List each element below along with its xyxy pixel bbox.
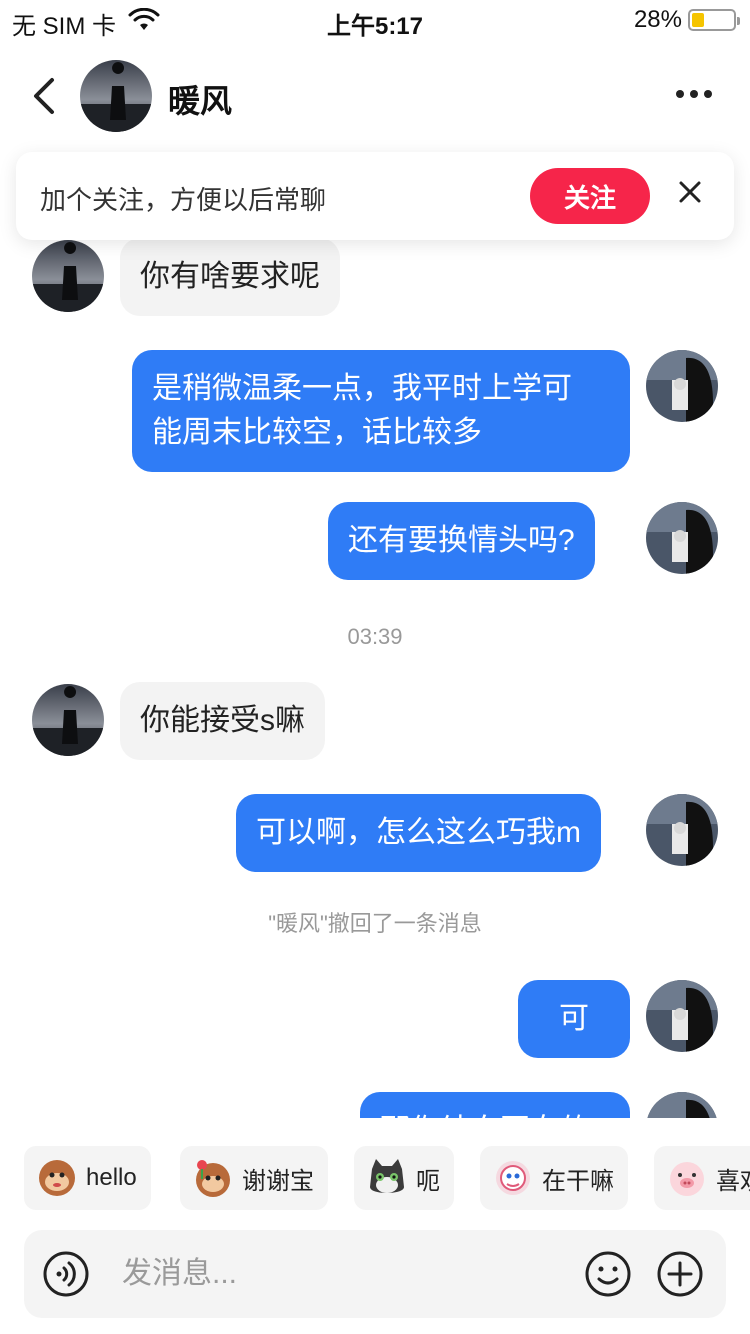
cat-icon (366, 1157, 408, 1199)
message-input[interactable] (122, 1250, 562, 1298)
contact-avatar-small[interactable] (32, 684, 104, 756)
quick-reply-chip[interactable]: hello (24, 1146, 151, 1210)
status-bar: 无 SIM 卡 上午5:17 28% (0, 0, 750, 42)
monkey-icon (36, 1157, 78, 1199)
pig-icon (666, 1157, 708, 1199)
message-bubble-outgoing[interactable]: 那你结白写女的 (360, 1092, 630, 1118)
quick-reply-bar[interactable]: hello 谢谢宝 呃 在干嘛 喜欢 (0, 1146, 750, 1210)
voice-icon[interactable] (42, 1250, 90, 1298)
quick-reply-label: 喜欢 (716, 1167, 750, 1195)
message-list[interactable]: 你有啥要求呢 是稍微温柔一点，我平时上学可 能周末比较空，话比较多 还有要换情头… (0, 230, 750, 1118)
monkey-flower-icon (192, 1157, 234, 1199)
battery-icon (688, 9, 740, 31)
battery-status: 28% (633, 6, 740, 34)
message-bubble-outgoing[interactable]: 是稍微温柔一点，我平时上学可 能周末比较空，话比较多 (132, 350, 630, 472)
follow-prompt-text: 加个关注，方便以后常聊 (40, 185, 327, 215)
my-avatar[interactable] (646, 794, 718, 866)
emoji-icon[interactable] (584, 1250, 632, 1298)
battery-fill (692, 13, 705, 27)
quick-reply-chip[interactable]: 在干嘛 (480, 1146, 628, 1210)
quick-reply-chip[interactable]: 谢谢宝 (180, 1146, 328, 1210)
follow-prompt-card: 加个关注，方便以后常聊 关注 (16, 152, 734, 240)
plus-icon[interactable] (656, 1250, 704, 1298)
my-avatar[interactable] (646, 980, 718, 1052)
quick-reply-label: 呃 (416, 1167, 440, 1195)
message-bubble-outgoing[interactable]: 可 (518, 980, 630, 1058)
message-input-bar (24, 1230, 726, 1318)
message-bubble-incoming[interactable]: 你能接受s嘛 (120, 682, 325, 760)
quick-reply-label: hello (86, 1164, 137, 1191)
message-line: 能周末比较空，话比较多 (152, 416, 482, 449)
my-avatar[interactable] (646, 502, 718, 574)
message-line: 是稍微温柔一点，我平时上学可 (152, 372, 572, 405)
my-avatar[interactable] (646, 1092, 718, 1118)
quick-reply-label: 谢谢宝 (242, 1167, 314, 1195)
cartoon-icon (492, 1157, 534, 1199)
message-bubble-incoming[interactable]: 你有啥要求呢 (120, 238, 340, 316)
contact-name: 暖风 (168, 83, 233, 119)
quick-reply-label: 在干嘛 (542, 1167, 614, 1195)
chat-header: 暖风 (0, 48, 750, 144)
message-bubble-outgoing[interactable]: 可以啊，怎么这么巧我m (236, 794, 601, 872)
back-arrow-icon[interactable] (26, 72, 66, 120)
close-icon[interactable] (676, 178, 704, 206)
quick-reply-chip[interactable]: 呃 (354, 1146, 454, 1210)
recall-notice: "暖风"撤回了一条消息 (268, 911, 482, 936)
contact-avatar[interactable] (80, 60, 152, 132)
battery-percent: 28% (633, 6, 682, 33)
contact-avatar-small[interactable] (32, 240, 104, 312)
quick-reply-chip[interactable]: 喜欢 (654, 1146, 750, 1210)
follow-button[interactable]: 关注 (530, 168, 650, 224)
time-divider: 03:39 (347, 624, 403, 649)
more-options-icon[interactable] (676, 90, 712, 98)
message-bubble-outgoing[interactable]: 还有要换情头吗? (328, 502, 595, 580)
my-avatar[interactable] (646, 350, 718, 422)
